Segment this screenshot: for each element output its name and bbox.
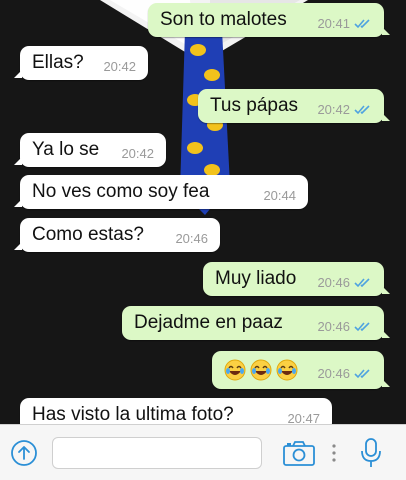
upload-arrow-icon[interactable] xyxy=(10,439,38,467)
read-ticks-icon xyxy=(354,277,370,287)
message-time: 20:46 xyxy=(317,274,350,290)
message-bubble-4[interactable]: Ya lo se 20:42 xyxy=(14,133,166,167)
tears-of-joy-emoji-icon xyxy=(224,359,246,381)
message-text: Dejadme en paaz xyxy=(134,312,283,333)
message-bubble-2[interactable]: Ellas? 20:42 xyxy=(14,46,148,80)
message-bubble-5[interactable]: No ves como soy fea 20:44 xyxy=(14,175,308,209)
bubble-tail xyxy=(14,70,22,78)
message-time: 20:41 xyxy=(317,15,350,31)
tears-of-joy-emoji-icon xyxy=(250,359,272,381)
bubble-tail xyxy=(14,242,22,250)
bubble-tail xyxy=(382,286,390,294)
message-time: 20:46 xyxy=(317,365,350,381)
bubble-tail xyxy=(382,379,390,387)
message-bubble-9[interactable]: 20:46 xyxy=(212,351,390,389)
bubble-tail xyxy=(382,27,390,35)
message-input[interactable] xyxy=(52,437,262,469)
message-bubble-3[interactable]: Tus pápas 20:42 xyxy=(198,89,390,123)
bubble-tail xyxy=(382,330,390,338)
bubble-tail xyxy=(14,157,22,165)
read-ticks-icon xyxy=(354,18,370,28)
message-text: Has visto la ultima foto? xyxy=(32,404,234,425)
read-ticks-icon xyxy=(354,104,370,114)
message-time: 20:46 xyxy=(175,230,208,246)
message-text: Tus pápas xyxy=(210,95,299,116)
bubble-tail xyxy=(14,199,22,207)
message-text: Ellas? xyxy=(32,52,84,73)
emoji-group xyxy=(224,359,298,381)
message-time: 20:46 xyxy=(317,318,350,334)
message-bubble-8[interactable]: Dejadme en paaz 20:46 xyxy=(122,306,390,340)
microphone-icon[interactable] xyxy=(358,437,384,469)
message-text: Muy liado xyxy=(215,268,297,289)
more-dots-icon[interactable] xyxy=(330,443,338,463)
message-bubble-1[interactable]: Son to malotes 20:41 xyxy=(148,3,390,37)
read-ticks-icon xyxy=(354,368,370,378)
read-ticks-icon xyxy=(354,321,370,331)
message-time: 20:42 xyxy=(317,101,350,117)
message-time: 20:42 xyxy=(103,58,136,74)
input-bar xyxy=(0,424,406,480)
message-text: No ves como soy fea xyxy=(32,181,210,202)
message-bubble-6[interactable]: Como estas? 20:46 xyxy=(14,218,220,252)
tears-of-joy-emoji-icon xyxy=(276,359,298,381)
camera-icon[interactable] xyxy=(282,438,316,468)
message-time: 20:47 xyxy=(287,410,320,426)
message-text: Son to malotes xyxy=(160,9,287,30)
message-time: 20:44 xyxy=(263,187,296,203)
message-time: 20:42 xyxy=(121,145,154,161)
message-bubble-7[interactable]: Muy liado 20:46 xyxy=(203,262,390,296)
message-text: Como estas? xyxy=(32,224,144,245)
message-text: Ya lo se xyxy=(32,139,100,160)
bubble-tail xyxy=(382,113,390,121)
